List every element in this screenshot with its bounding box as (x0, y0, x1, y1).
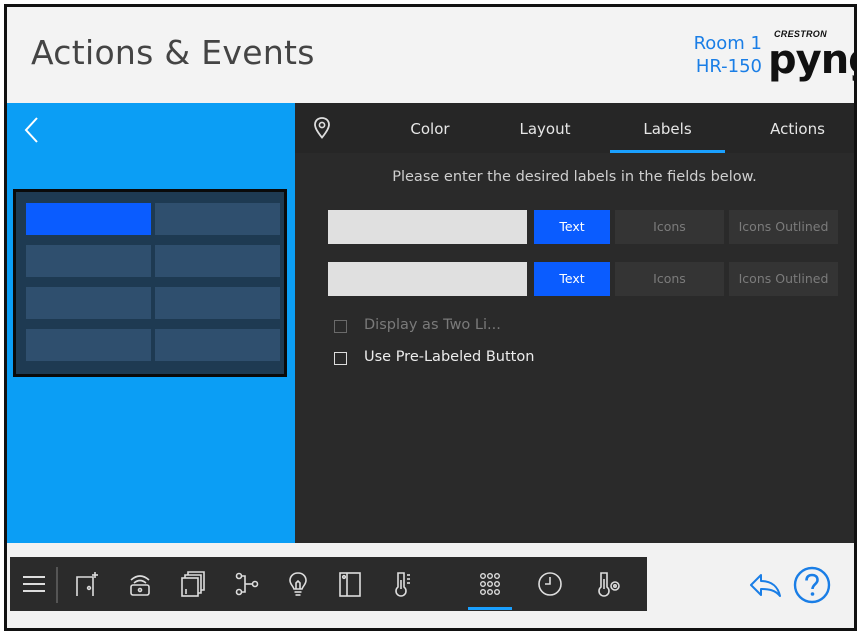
room-model: HR-150 (695, 56, 762, 77)
room-add-icon[interactable] (64, 557, 108, 611)
label-row: Text Icons Icons Outlined (328, 262, 838, 296)
undo-button[interactable] (747, 569, 783, 601)
keypad-button[interactable] (26, 245, 151, 277)
room-info[interactable]: Room 1 HR-150 (694, 32, 762, 78)
settings-panel: Color Layout Labels Actions Please enter… (295, 103, 854, 543)
checkbox-label: Use Pre-Labeled Button (364, 349, 535, 365)
header: Actions & Events Room 1 HR-150 CRESTRON … (7, 7, 854, 103)
help-button[interactable] (792, 565, 832, 605)
thermometer-icon[interactable] (380, 557, 424, 611)
bottom-area (7, 543, 854, 628)
door-sensor-icon[interactable] (328, 557, 372, 611)
app-window: Actions & Events Room 1 HR-150 CRESTRON … (4, 4, 857, 631)
label-input[interactable] (328, 210, 527, 244)
icons-outlined-option-button[interactable]: Icons Outlined (729, 262, 838, 296)
menu-icon[interactable] (12, 557, 56, 611)
text-option-button[interactable]: Text (534, 210, 610, 244)
tab-actions[interactable]: Actions (750, 103, 845, 153)
label-input[interactable] (328, 262, 527, 296)
keypad-button[interactable] (155, 203, 280, 235)
label-row: Text Icons Icons Outlined (328, 210, 838, 244)
remote-icon[interactable] (118, 557, 162, 611)
keypad-icon[interactable] (468, 557, 512, 611)
instruction-text: Please enter the desired labels in the f… (392, 169, 757, 185)
keypad-preview (13, 189, 287, 377)
tab-color[interactable]: Color (385, 103, 475, 153)
tab-bar: Color Layout Labels Actions (295, 103, 854, 153)
tab-layout[interactable]: Layout (495, 103, 595, 153)
thermostat-icon[interactable] (586, 557, 630, 611)
icons-outlined-option-button[interactable]: Icons Outlined (729, 210, 838, 244)
brand-product: pyng (768, 37, 854, 83)
page-title: Actions & Events (31, 33, 315, 72)
keypad-button[interactable] (26, 287, 151, 319)
keypad-button[interactable] (26, 329, 151, 361)
keypad-button[interactable] (155, 329, 280, 361)
active-tab-indicator (610, 150, 725, 153)
preview-panel (7, 103, 295, 543)
icons-option-button[interactable]: Icons (615, 210, 724, 244)
room-name: Room 1 (693, 33, 762, 54)
checkbox-box[interactable] (334, 320, 347, 333)
back-chevron-icon[interactable] (21, 115, 43, 145)
bottom-nav (10, 557, 647, 611)
shades-icon[interactable] (170, 557, 214, 611)
light-bulb-icon[interactable] (276, 557, 320, 611)
icons-option-button[interactable]: Icons (615, 262, 724, 296)
checkbox-label: Display as Two Li... (364, 317, 501, 333)
text-option-button[interactable]: Text (534, 262, 610, 296)
nav-divider (56, 567, 58, 603)
location-pin-icon[interactable] (313, 116, 331, 140)
keypad-button-selected[interactable] (26, 203, 151, 235)
scene-link-icon[interactable] (224, 557, 268, 611)
active-nav-indicator (468, 607, 512, 610)
brand-logo: CRESTRON pyng (762, 25, 854, 83)
keypad-button[interactable] (155, 245, 280, 277)
keypad-button[interactable] (155, 287, 280, 319)
clock-icon[interactable] (528, 557, 572, 611)
checkbox-box[interactable] (334, 352, 347, 365)
tab-labels[interactable]: Labels (610, 103, 725, 153)
